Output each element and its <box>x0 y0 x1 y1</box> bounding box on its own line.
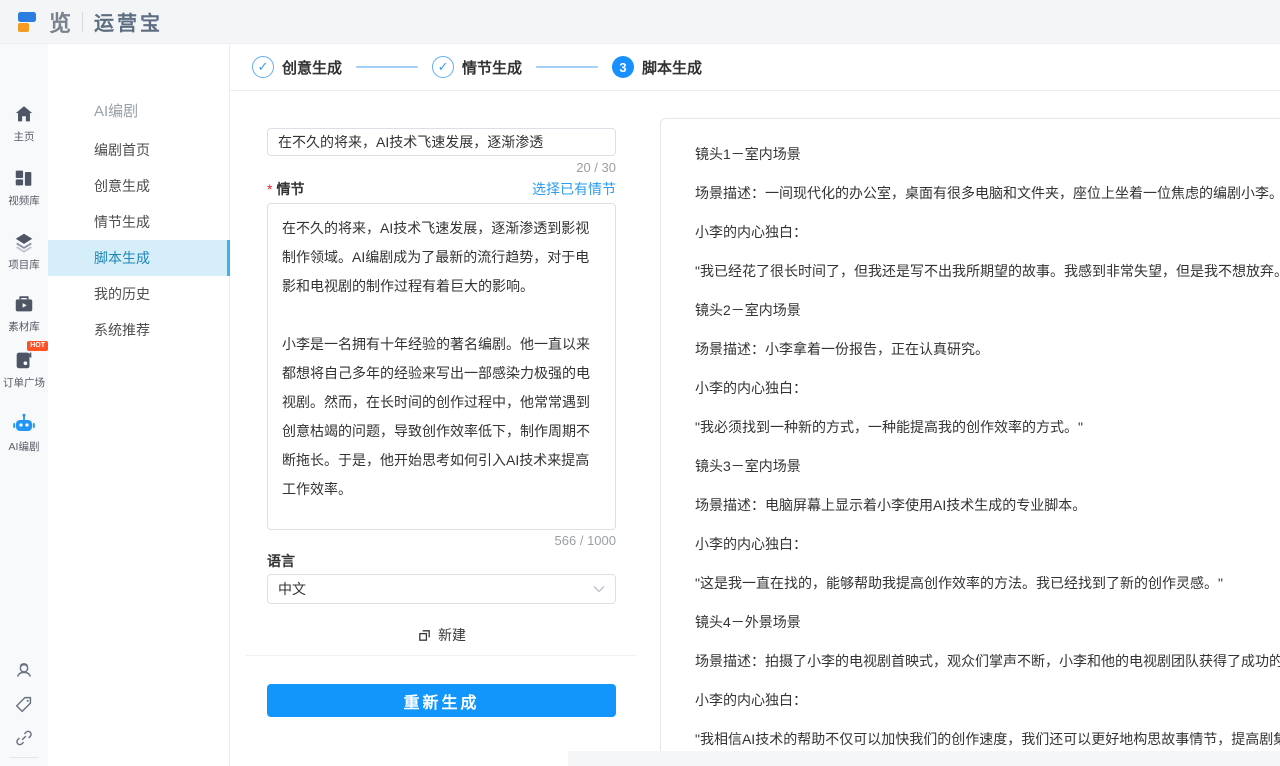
step-done-check-icon: ✓ <box>432 56 454 78</box>
rail-item-project-library[interactable]: 项目库 <box>0 230 48 272</box>
rail-item-users[interactable] <box>0 660 48 682</box>
sidebar-item-screenwriter-home[interactable]: 编剧首页 <box>48 132 230 168</box>
home-icon <box>12 102 36 126</box>
sidebar-menu: 编剧首页 创意生成 情节生成 脚本生成 我的历史 系统推荐 <box>48 132 230 348</box>
step-connector <box>536 66 598 68</box>
rail-item-tag[interactable] <box>0 694 48 716</box>
rail-divider <box>10 757 38 758</box>
monologue-label: 小李的内心独白： <box>695 225 1280 240</box>
script-output-panel[interactable]: 镜头1－室内场景 场景描述：一间现代化的办公室，桌面有很多电脑和文件夹，座位上坐… <box>660 118 1280 766</box>
scene-description: 场景描述：电脑屏幕上显示着小李使用AI技术生成的专业脚本。 <box>695 498 1280 513</box>
language-select-value: 中文 <box>278 579 306 599</box>
new-document-icon <box>417 628 432 643</box>
plot-label: *情节 <box>267 179 304 199</box>
project-library-icon <box>12 230 36 254</box>
scene-heading: 镜头3－室内场景 <box>695 459 1280 474</box>
plot-char-counter: 566 / 1000 <box>267 533 616 548</box>
chevron-down-icon <box>593 585 605 593</box>
step-label: 脚本生成 <box>642 57 702 78</box>
stepper: ✓ 创意生成 ✓ 情节生成 3 脚本生成 <box>230 44 1280 91</box>
link-icon <box>13 727 35 749</box>
regenerate-button[interactable]: 重新生成 <box>267 684 616 717</box>
sidebar-item-script-generation[interactable]: 脚本生成 <box>48 240 230 276</box>
monologue-label: 小李的内心独白： <box>695 693 1280 708</box>
rail-label: AI编剧 <box>9 439 40 454</box>
rail-item-ai-screenwriter[interactable]: AI编剧 <box>0 412 48 454</box>
logo-divider <box>82 12 83 32</box>
icon-rail: 主页 视频库 项目库 素材库 HOT 订单广场 <box>0 44 48 766</box>
form-divider <box>246 655 637 656</box>
plot-label-row: *情节 选择已有情节 <box>267 179 616 199</box>
scene-description: 场景描述：拍摄了小李的电视剧首映式，观众们掌声不断，小李和他的电视剧团队获得了成… <box>695 654 1280 669</box>
step-number-badge: 3 <box>612 56 634 78</box>
sidebar-title: AI编剧 <box>94 100 138 121</box>
rail-item-link[interactable] <box>0 727 48 749</box>
rail-label: 主页 <box>14 129 35 144</box>
rail-item-order-market[interactable]: HOT 订单广场 <box>0 348 48 390</box>
step-idea-generation[interactable]: ✓ 创意生成 <box>252 56 356 78</box>
brand-char: 览 <box>49 6 71 38</box>
brand-name: 运营宝 <box>94 7 163 36</box>
monologue-text: "我已经花了很长时间了，但我还是写不出我所期望的故事。我感到非常失望，但是我不想… <box>695 264 1280 279</box>
rail-label: 订单广场 <box>3 375 45 390</box>
sidebar-item-my-history[interactable]: 我的历史 <box>48 276 230 312</box>
rail-item-home[interactable]: 主页 <box>0 102 48 144</box>
step-plot-generation[interactable]: ✓ 情节生成 <box>432 56 536 78</box>
monologue-text: "我相信AI技术的帮助不仅可以加快我们的创作速度，我们还可以更好地构思故事情节，… <box>695 732 1280 747</box>
tag-icon <box>13 694 35 716</box>
monologue-label: 小李的内心独白： <box>695 381 1280 396</box>
language-label: 语言 <box>267 551 295 571</box>
rail-item-video-library[interactable]: 视频库 <box>0 166 48 208</box>
language-select[interactable]: 中文 <box>267 574 616 604</box>
monologue-text: "这是我一直在找的，能够帮助我提高创作效率的方法。我已经找到了新的创作灵感。" <box>695 576 1280 591</box>
hot-badge: HOT <box>27 341 48 351</box>
required-asterisk: * <box>267 181 272 197</box>
asset-library-icon <box>12 292 36 316</box>
ai-screenwriter-icon <box>12 412 36 436</box>
new-button[interactable]: 新建 <box>267 623 616 647</box>
new-button-label: 新建 <box>438 625 466 645</box>
rail-label: 素材库 <box>8 319 40 334</box>
monologue-label: 小李的内心独白： <box>695 537 1280 552</box>
scene-heading: 镜头2－室内场景 <box>695 303 1280 318</box>
plot-textarea[interactable]: 在不久的将来，AI技术飞速发展，逐渐渗透到影视制作领域。AI编剧成为了最新的流行… <box>267 203 616 530</box>
scene-heading: 镜头4－外景场景 <box>695 615 1280 630</box>
scene-description: 场景描述：一间现代化的办公室，桌面有很多电脑和文件夹，座位上坐着一位焦虑的编剧小… <box>695 186 1280 201</box>
monologue-text: "我必须找到一种新的方式，一种能提高我的创作效率的方式。" <box>695 420 1280 435</box>
horizontal-scrollbar[interactable] <box>568 751 1280 766</box>
users-icon <box>13 660 35 682</box>
step-label: 情节生成 <box>462 57 522 78</box>
step-done-check-icon: ✓ <box>252 56 274 78</box>
idea-char-counter: 20 / 30 <box>267 160 616 175</box>
app-window: 览 运营宝 主页 视频库 项目库 素材库 <box>0 0 1280 766</box>
scene-description: 场景描述：小李拿着一份报告，正在认真研究。 <box>695 342 1280 357</box>
step-script-generation[interactable]: 3 脚本生成 <box>612 56 716 78</box>
sidebar-item-plot-generation[interactable]: 情节生成 <box>48 204 230 240</box>
sidebar: AI编剧 编剧首页 创意生成 情节生成 脚本生成 我的历史 系统推荐 <box>48 44 230 766</box>
step-label: 创意生成 <box>282 57 342 78</box>
rail-label: 项目库 <box>8 257 40 272</box>
sidebar-item-system-recommendation[interactable]: 系统推荐 <box>48 312 230 348</box>
scene-heading: 镜头1－室内场景 <box>695 147 1280 162</box>
app-header: 览 运营宝 <box>0 0 1280 44</box>
step-connector <box>356 66 418 68</box>
rail-label: 视频库 <box>8 193 40 208</box>
brand-logo: 览 运营宝 <box>16 6 163 38</box>
video-library-icon <box>12 166 36 190</box>
brand-logo-icon <box>16 9 42 35</box>
sidebar-item-idea-generation[interactable]: 创意生成 <box>48 168 230 204</box>
order-market-icon: HOT <box>12 348 36 372</box>
rail-item-asset-library[interactable]: 素材库 <box>0 292 48 334</box>
choose-existing-plot-link[interactable]: 选择已有情节 <box>532 179 616 199</box>
idea-input[interactable] <box>267 128 616 156</box>
